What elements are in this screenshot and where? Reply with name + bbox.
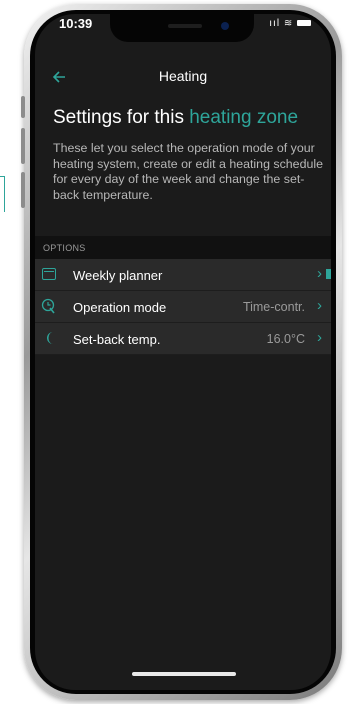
signal-icon: ııl: [269, 18, 281, 29]
notch: [110, 14, 254, 42]
calendar-icon: [42, 268, 56, 280]
selection-marker: [326, 269, 331, 279]
nav-bar: Heating: [35, 66, 331, 90]
list-item-label: Weekly planner: [73, 268, 163, 283]
mute-switch: [21, 96, 25, 118]
battery-icon: [297, 20, 311, 27]
list-item-weekly-planner[interactable]: Weekly planner ›: [35, 259, 331, 291]
list-item-set-back-temp[interactable]: Set-back temp. 16.0°C ›: [35, 323, 331, 355]
status-time: 10:39: [59, 16, 93, 31]
list-item-operation-mode[interactable]: Operation mode Time-contr. ›: [35, 291, 331, 323]
home-indicator[interactable]: [132, 672, 236, 676]
volume-up-button: [21, 128, 25, 164]
heading-accent: heating zone: [189, 107, 299, 128]
chevron-right-icon: ›: [317, 265, 322, 282]
options-label: OPTIONS: [43, 243, 86, 253]
chevron-right-icon: ›: [317, 297, 322, 314]
screen: 10:39 ııl ≋ Heating Settings for this he…: [35, 14, 331, 690]
chevron-right-icon: ›: [317, 329, 322, 346]
front-camera: [221, 22, 229, 30]
page-title: Heating: [158, 68, 208, 84]
description-text: These let you select the operation mode …: [53, 141, 324, 202]
status-icons: ııl ≋: [269, 18, 311, 29]
section-heading: Settings for this heating zone: [53, 106, 323, 130]
volume-down-button: [21, 172, 25, 208]
wifi-icon: ≋: [283, 18, 294, 29]
options-header: OPTIONS: [35, 236, 331, 259]
speaker-grille: [168, 24, 202, 28]
list-item-value: 16.0°C: [266, 332, 305, 346]
list-item-value: Time-contr.: [242, 300, 305, 314]
decorative-line: [4, 176, 5, 212]
list-item-label: Set-back temp.: [73, 332, 161, 347]
list-item-label: Operation mode: [73, 300, 167, 315]
moon-icon: [44, 331, 56, 345]
heading-prefix: Settings for this: [53, 107, 190, 128]
clock-hand-icon: [41, 298, 57, 314]
